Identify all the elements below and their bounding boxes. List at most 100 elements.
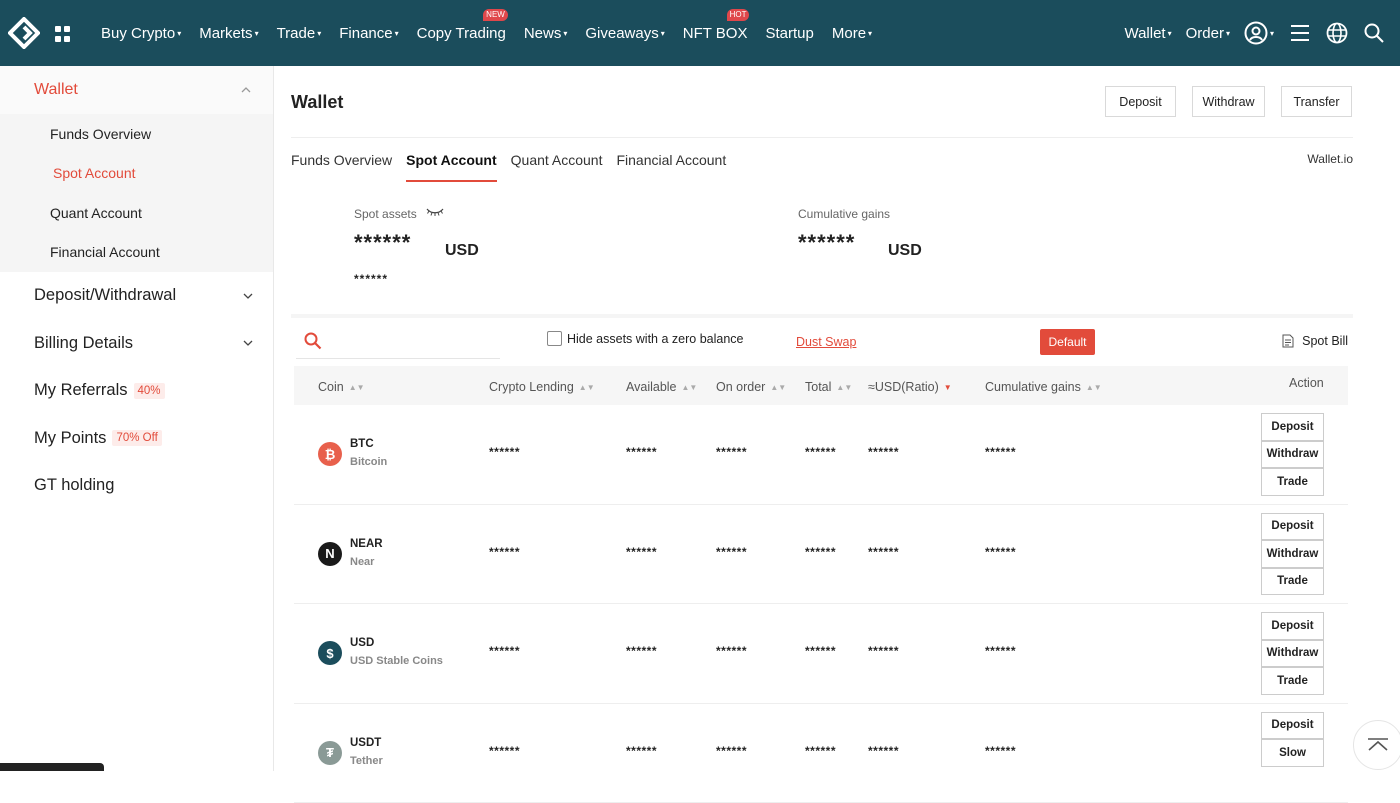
nav-item-label: Finance [339,25,392,42]
table-cell: ****** [489,545,520,559]
table-cell: ****** [985,644,1016,658]
dust-swap-link[interactable]: Dust Swap [796,335,856,349]
sidebar-item-deposit-withdrawal[interactable]: Deposit/Withdrawal [0,272,273,320]
eye-closed-icon[interactable] [426,207,444,217]
table-cell: ****** [868,744,899,758]
sort-icon: ▲▼ [770,383,786,392]
nav-order[interactable]: Order▾ [1186,25,1230,42]
coin-symbol: NEAR [350,538,383,550]
user-icon[interactable]: ▾ [1244,21,1274,45]
transfer-button[interactable]: Transfer [1281,86,1352,117]
row-withdraw-button[interactable]: Withdraw [1261,540,1324,568]
nav-item-label: Giveaways [585,25,658,42]
sort-icon: ▲▼ [682,383,698,392]
apps-grid-icon[interactable] [55,26,71,42]
col-usd-ratio[interactable]: ≈USD(Ratio)▼ [868,380,952,394]
sidebar-item-wallet[interactable]: Wallet [0,66,273,114]
row-deposit-button[interactable]: Deposit [1261,712,1324,740]
table-cell: ****** [805,644,836,658]
row-deposit-button[interactable]: Deposit [1261,513,1324,541]
sidebar-item-my-points[interactable]: My Points70% Off [0,415,273,463]
cumulative-gains-label: Cumulative gains [798,207,890,221]
tab-spot-account[interactable]: Spot Account [406,152,496,182]
sidebar-item-my-referrals[interactable]: My Referrals40% [0,367,273,415]
page-title: Wallet [291,92,343,113]
table-cell: ****** [716,545,747,559]
tab-quant-account[interactable]: Quant Account [511,152,603,182]
row-trade-button[interactable]: Trade [1261,568,1324,596]
sidebar-items: Deposit/WithdrawalBilling DetailsMy Refe… [0,272,273,510]
nav-item-label: More [832,25,866,42]
col-total[interactable]: Total▲▼ [805,380,852,394]
table-cell: ****** [985,744,1016,758]
col-on-order[interactable]: On order▲▼ [716,380,786,394]
table-cell: ****** [489,644,520,658]
hide-zero-label: Hide assets with a zero balance [567,332,743,346]
nav-item-nft-box[interactable]: NFT BOXHOT [683,25,748,42]
row-actions: DepositSlow [1261,712,1324,767]
row-deposit-button[interactable]: Deposit [1261,413,1324,441]
nav-item-buy-crypto[interactable]: Buy Crypto▾ [101,25,181,42]
near-icon: Ν [318,542,342,566]
scroll-to-top-button[interactable] [1353,720,1400,770]
dollar-icon: $ [318,641,342,665]
nav-item-giveaways[interactable]: Giveaways▾ [585,25,664,42]
table-cell: ****** [489,445,520,459]
sidebar-item-gt-holding[interactable]: GT holding [0,462,273,510]
row-deposit-button[interactable]: Deposit [1261,612,1324,640]
sidebar-subitem-quant-account[interactable]: Quant Account [0,193,273,233]
nav-item-news[interactable]: News▾ [524,25,568,42]
nav-item-finance[interactable]: Finance▾ [339,25,398,42]
row-withdraw-button[interactable]: Withdraw [1261,640,1324,668]
chevron-up-icon [1366,737,1390,753]
nav-wallet[interactable]: Wallet▾ [1124,25,1171,42]
menu-icon[interactable] [1290,24,1310,42]
promo-tag: 40% [134,383,165,399]
row-trade-button[interactable]: Trade [1261,667,1324,695]
table-cell: ****** [626,744,657,758]
logo-icon[interactable] [8,17,40,49]
nav-item-copy-trading[interactable]: Copy TradingNEW [417,25,506,42]
document-icon [1282,334,1294,348]
sidebar-item-billing-details[interactable]: Billing Details [0,320,273,368]
col-crypto-lending[interactable]: Crypto Lending▲▼ [489,380,595,394]
nav-item-markets[interactable]: Markets▾ [199,25,258,42]
wallet-io-link[interactable]: Wallet.io [1307,152,1353,166]
caret-down-icon: ▾ [255,29,259,38]
caret-down-icon: ▾ [395,29,399,38]
spot-assets-unit: USD [445,242,479,260]
tab-financial-account[interactable]: Financial Account [616,152,726,182]
sidebar-subitem-funds-overview[interactable]: Funds Overview [0,114,273,154]
sidebar-item-label: GT holding [34,476,114,495]
row-trade-button[interactable]: Trade [1261,468,1324,496]
bitcoin-icon: ₿ [318,442,342,466]
default-sort-button[interactable]: Default [1040,329,1095,355]
sidebar-subitem-spot-account[interactable]: Spot Account [0,154,273,194]
nav-item-trade[interactable]: Trade▾ [277,25,322,42]
chevron-down-icon [243,291,253,301]
nav-item-startup[interactable]: Startup [765,25,813,42]
globe-icon[interactable] [1326,22,1348,44]
spot-bill-link[interactable]: Spot Bill [1282,334,1348,348]
row-withdraw-button[interactable]: Withdraw [1261,441,1324,469]
col-coin[interactable]: Coin▲▼ [318,380,365,394]
search-input[interactable] [296,328,500,359]
row-slow-button[interactable]: Slow [1261,739,1324,767]
nav-item-label: Startup [765,25,813,42]
deposit-button[interactable]: Deposit [1105,86,1176,117]
table-cell: ****** [626,545,657,559]
caret-down-icon: ▾ [563,29,567,38]
nav-item-more[interactable]: More▾ [832,25,872,42]
table-header: Coin▲▼ Crypto Lending▲▼ Available▲▼ On o… [294,366,1348,405]
withdraw-button[interactable]: Withdraw [1192,86,1265,117]
nav-item-label: News [524,25,562,42]
hide-zero-checkbox[interactable] [547,331,562,346]
col-cumulative-gains[interactable]: Cumulative gains▲▼ [985,380,1102,394]
col-available[interactable]: Available▲▼ [626,380,697,394]
table-cell: ****** [626,445,657,459]
sidebar-subitem-financial-account[interactable]: Financial Account [0,233,273,273]
table-cell: ****** [805,744,836,758]
tab-funds-overview[interactable]: Funds Overview [291,152,392,182]
row-actions: DepositWithdrawTrade [1261,413,1324,496]
search-icon[interactable] [1364,23,1384,43]
